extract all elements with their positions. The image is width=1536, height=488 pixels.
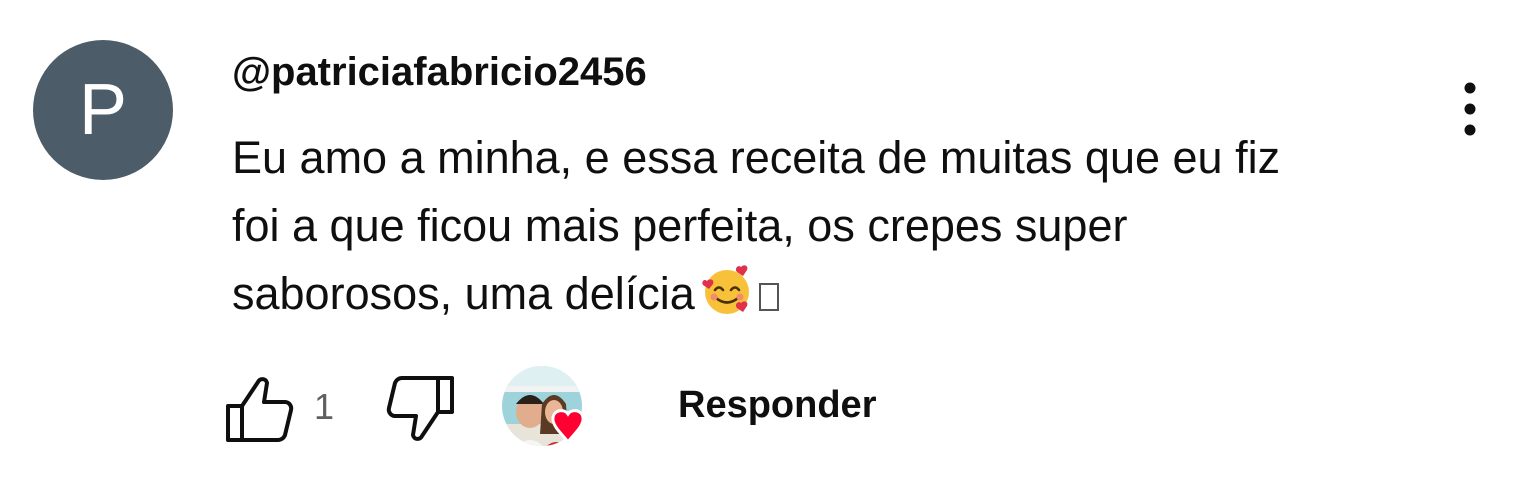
- avatar-letter: P: [78, 70, 128, 150]
- comment-thread: P @patriciafabricio2456 Eu amo a minha, …: [0, 0, 1536, 488]
- comment-text-line: foi a que ficou mais perfeita, os crepes…: [232, 200, 1128, 251]
- thumbs-down-icon: [386, 376, 454, 441]
- like-button[interactable]: [222, 374, 298, 444]
- avatar[interactable]: P: [33, 40, 173, 180]
- comment-author[interactable]: @patriciafabricio2456: [232, 50, 647, 95]
- like-count: 1: [314, 386, 335, 427]
- reply-button[interactable]: Responder: [678, 384, 876, 427]
- comment-text-line: Eu amo a minha, e essa receita de muitas…: [232, 132, 1281, 183]
- thumbs-up-icon: [226, 377, 294, 442]
- smiling-face-with-hearts-icon: [701, 265, 753, 317]
- more-options-button[interactable]: [1450, 80, 1490, 144]
- missing-glyph-icon: [758, 283, 779, 311]
- comment-text-line: saborosos, uma delícia: [232, 260, 1412, 328]
- comment-text: Eu amo a minha, e essa receita de muitas…: [232, 124, 1412, 328]
- comment-text-line-content: saborosos, uma delícia: [232, 268, 695, 319]
- creator-avatar: [502, 366, 582, 446]
- vertical-dots-icon: [1464, 82, 1476, 136]
- creator-heart[interactable]: [500, 364, 590, 454]
- dislike-button[interactable]: [382, 374, 458, 444]
